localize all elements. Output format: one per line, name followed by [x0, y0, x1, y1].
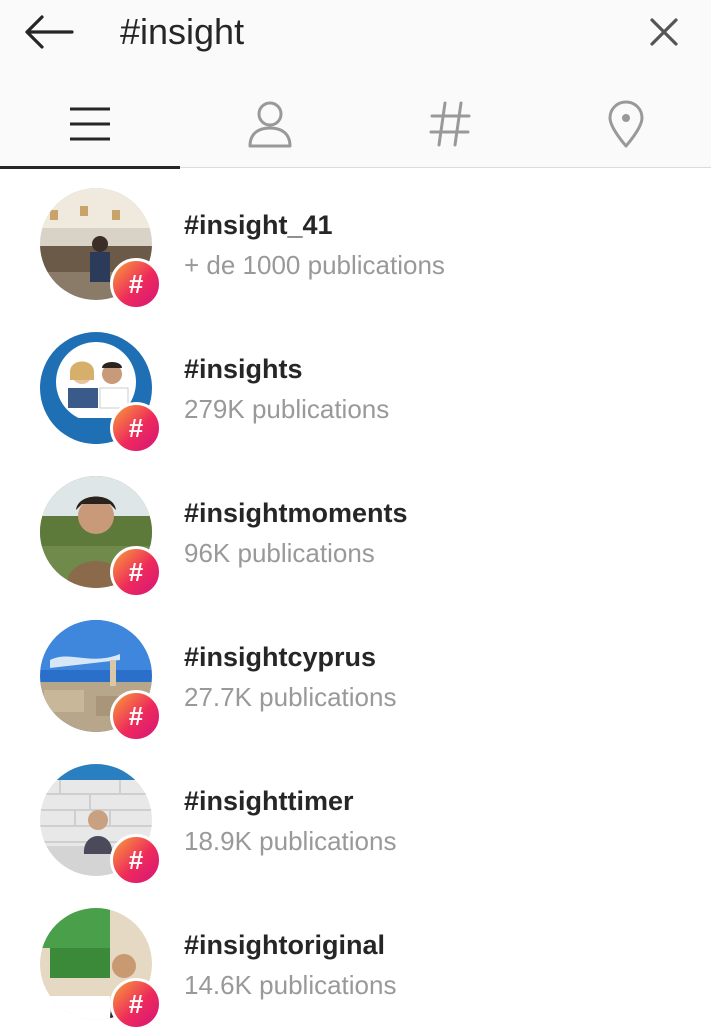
- back-arrow-icon: [25, 15, 74, 49]
- publication-count: + de 1000 publications: [184, 250, 445, 280]
- hashtag-name: #insights: [184, 354, 303, 384]
- hashtag-badge: #: [110, 546, 162, 598]
- hashtag-name: #insightcyprus: [184, 642, 377, 672]
- list-item[interactable]: # #insighttimer 18.9K publications: [0, 744, 711, 888]
- menu-lines-icon: [70, 107, 110, 141]
- hashtag-name: #insight_41: [184, 210, 333, 240]
- publication-count: 27.7K publications: [184, 682, 397, 712]
- publication-count: 279K publications: [184, 394, 390, 424]
- person-icon: [248, 101, 292, 148]
- list-item[interactable]: # #insight_41 + de 1000 publications: [0, 168, 711, 312]
- hashtag-icon: [429, 101, 471, 147]
- publication-count: 96K publications: [184, 538, 375, 568]
- publication-count: 14.6K publications: [184, 970, 397, 1000]
- close-icon: [650, 18, 678, 46]
- results-list: # #insight_41 + de 1000 publications # #…: [0, 168, 711, 1028]
- hashtag-badge: #: [110, 690, 162, 742]
- tab-top[interactable]: [0, 80, 180, 169]
- tab-places[interactable]: [540, 80, 711, 168]
- list-item[interactable]: # #insights 279K publications: [0, 312, 711, 456]
- hashtag-badge: #: [110, 834, 162, 886]
- search-input[interactable]: [120, 6, 620, 58]
- location-pin-icon: [608, 100, 643, 148]
- hashtag-name: #insightoriginal: [184, 930, 386, 960]
- hashtag-badge: #: [110, 258, 162, 310]
- tab-tags[interactable]: [360, 80, 540, 168]
- back-button[interactable]: [18, 8, 78, 56]
- search-tabs: [0, 80, 711, 169]
- hashtag-badge: #: [110, 402, 162, 454]
- list-item[interactable]: # #insightoriginal 14.6K publications: [0, 888, 711, 1028]
- list-item[interactable]: # #insightmoments 96K publications: [0, 456, 711, 600]
- publication-count: 18.9K publications: [184, 826, 397, 856]
- hashtag-name: #insightmoments: [184, 498, 408, 528]
- list-item[interactable]: # #insightcyprus 27.7K publications: [0, 600, 711, 744]
- hashtag-badge: #: [110, 978, 162, 1028]
- clear-search-button[interactable]: [642, 10, 686, 54]
- tab-accounts[interactable]: [180, 80, 360, 168]
- top-bar: [0, 0, 711, 169]
- hashtag-name: #insighttimer: [184, 786, 354, 816]
